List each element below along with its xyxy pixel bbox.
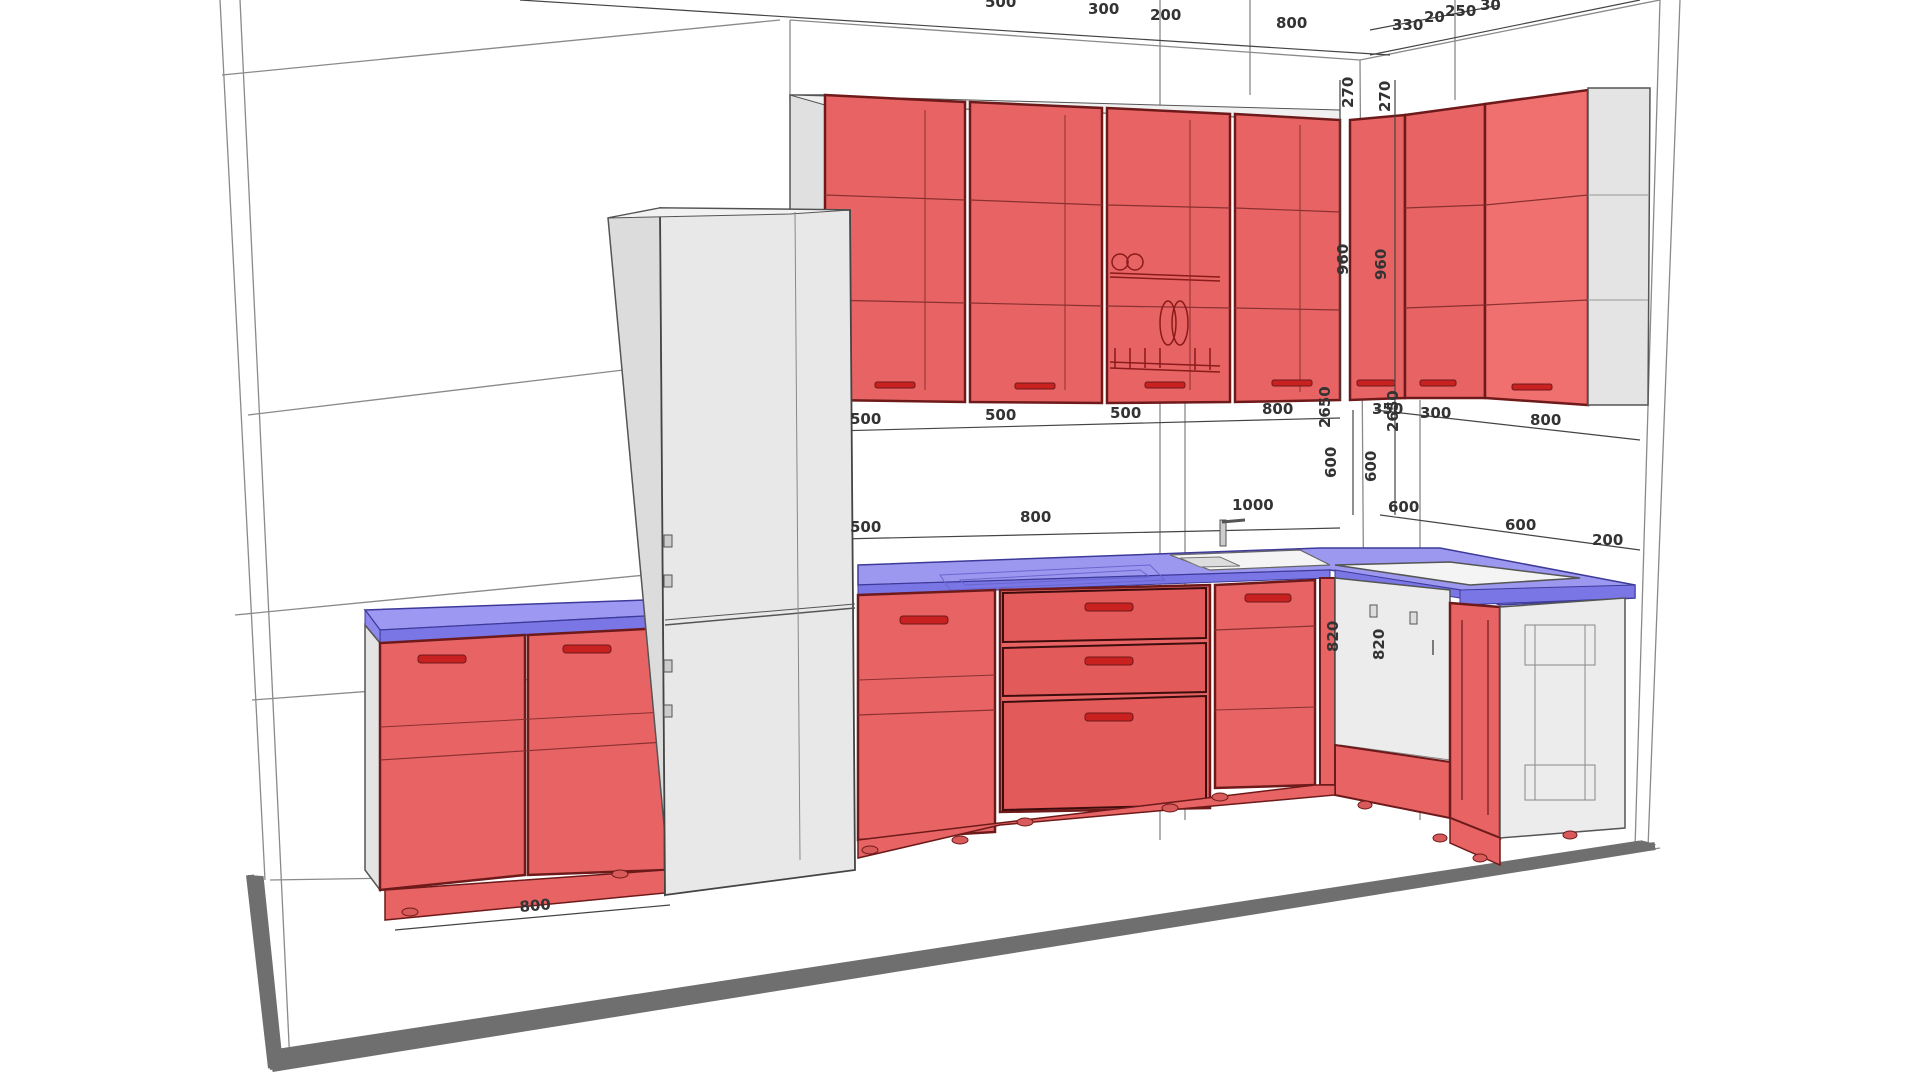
corner-base-cabinet[interactable] bbox=[1319, 577, 1451, 820]
dim-side-600-b: 600 bbox=[1362, 451, 1380, 482]
right-base-cabinet[interactable] bbox=[1448, 597, 1626, 867]
dim-top-200: 200 bbox=[1150, 6, 1181, 24]
upper-cabinet-7[interactable] bbox=[1483, 88, 1590, 407]
dim-side-820-b: 820 bbox=[1370, 629, 1388, 660]
dim-lower-600-b: 600 bbox=[1505, 516, 1536, 534]
dim-upper-800-r: 800 bbox=[1530, 411, 1561, 429]
dim-top-330: 330 bbox=[1392, 16, 1423, 34]
kitchen-3d-view: 800 500 300 200 800 330 20 250 30 270 27… bbox=[219, 0, 1681, 1072]
dim-upper-350: 350 bbox=[1372, 400, 1403, 418]
dim-upper-500-a: 500 bbox=[850, 410, 881, 428]
dim-lower-800: 800 bbox=[1020, 508, 1051, 526]
dim-upper-300: 300 bbox=[1420, 404, 1451, 422]
dim-upper-500-c: 500 bbox=[1110, 404, 1141, 422]
dim-side-960-b: 960 bbox=[1372, 249, 1390, 280]
dim-side-600-a: 600 bbox=[1322, 447, 1340, 478]
dim-side-820-a: 820 bbox=[1324, 621, 1342, 652]
dim-side-270-b: 270 bbox=[1376, 81, 1394, 112]
dim-lower-500: 500 bbox=[850, 518, 881, 536]
dim-upper-800: 800 bbox=[1262, 400, 1293, 418]
upper-cabinet-2[interactable] bbox=[968, 100, 1104, 405]
dim-side-960-a: 960 bbox=[1334, 244, 1352, 275]
dim-upper-500-b: 500 bbox=[985, 406, 1016, 424]
kitchen-drawing: 800 500 300 200 800 330 20 250 30 270 27… bbox=[0, 0, 1920, 1080]
upper-cabinet-dish-rack[interactable] bbox=[1105, 106, 1232, 405]
base-cabinet-1[interactable] bbox=[856, 588, 997, 842]
sink[interactable] bbox=[1169, 518, 1331, 571]
main-base-cabinets bbox=[856, 577, 1626, 867]
dim-floor-800: 800 bbox=[519, 895, 552, 916]
dim-top-30: 30 bbox=[1480, 0, 1501, 14]
dim-top-800: 800 bbox=[1276, 14, 1307, 32]
base-cabinet-3[interactable] bbox=[1213, 578, 1317, 790]
dim-top-20: 20 bbox=[1424, 8, 1445, 26]
dim-lower-600-a: 600 bbox=[1388, 498, 1419, 516]
base-drawer-unit[interactable] bbox=[998, 583, 1212, 814]
upper-cabinet-4[interactable] bbox=[1233, 112, 1342, 404]
upper-cabinet-6[interactable] bbox=[1403, 102, 1487, 400]
dim-upper-2650-a: 2650 bbox=[1316, 386, 1334, 428]
dim-top-300: 300 bbox=[1088, 0, 1119, 18]
dim-side-270-a: 270 bbox=[1339, 77, 1357, 108]
dim-top-500: 500 bbox=[985, 0, 1016, 11]
dim-lower-1000: 1000 bbox=[1232, 496, 1274, 514]
dim-lower-200: 200 bbox=[1592, 531, 1623, 549]
upper-cabinets bbox=[789, 87, 1651, 407]
dim-top-250: 250 bbox=[1445, 2, 1476, 20]
